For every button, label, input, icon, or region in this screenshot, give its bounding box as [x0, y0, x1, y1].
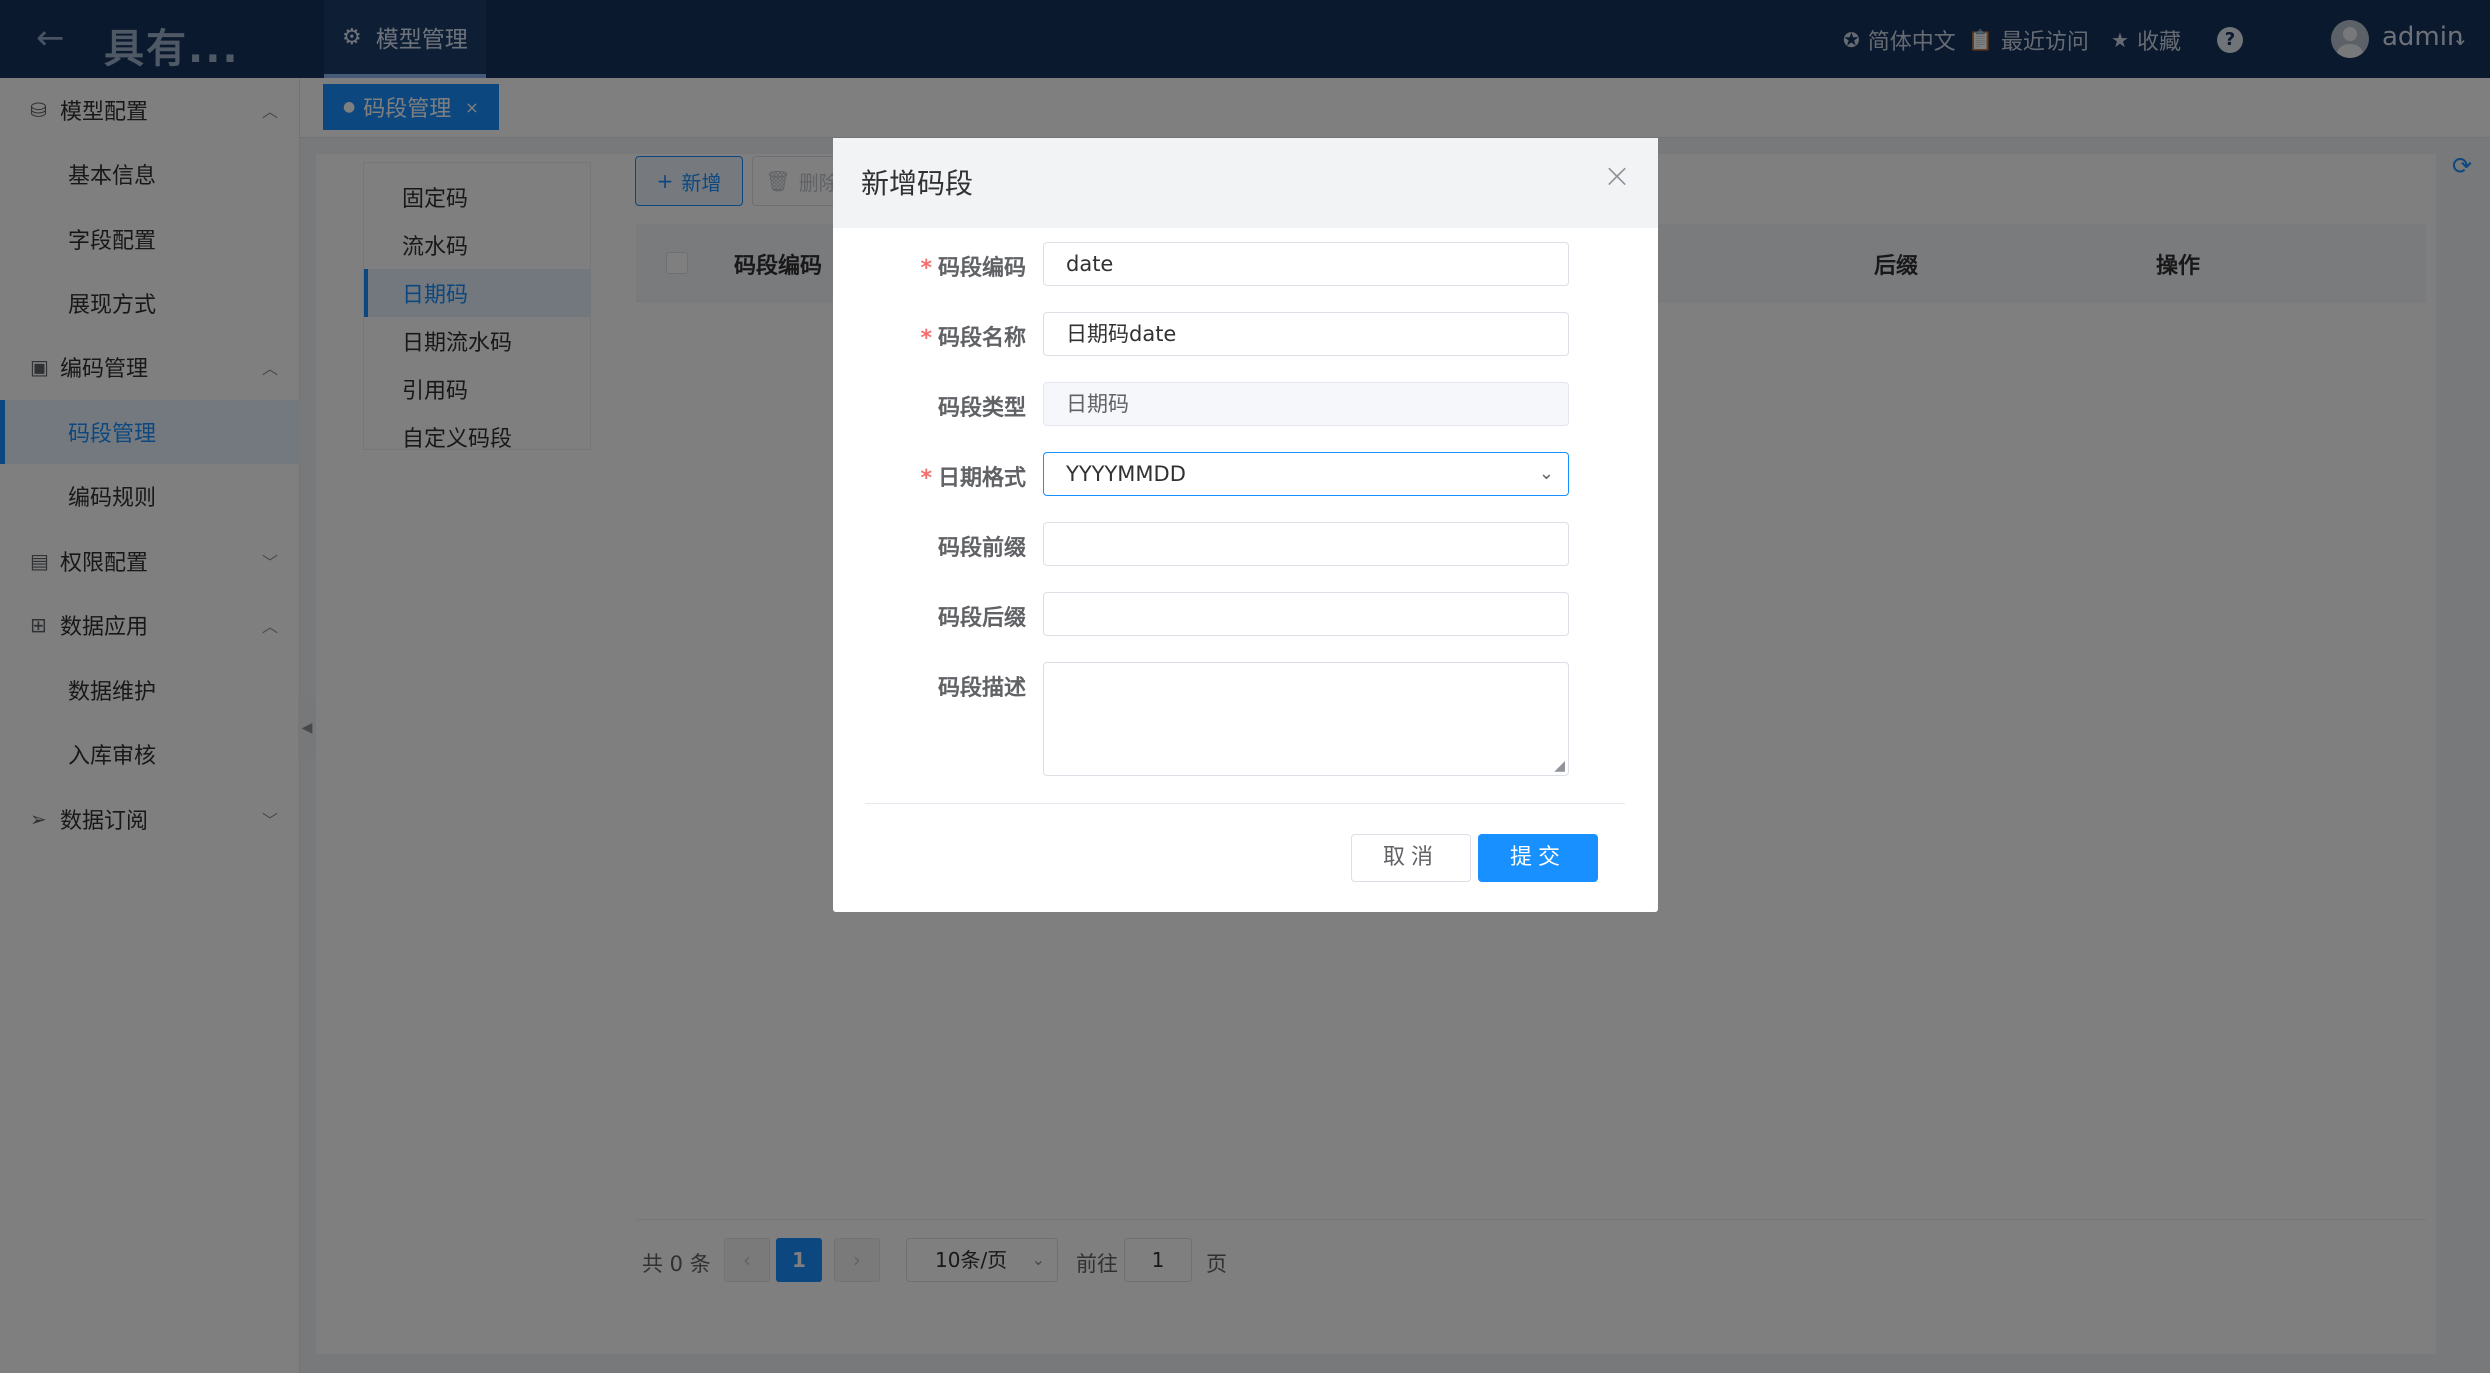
- segment-name-input[interactable]: 日期码date: [1043, 312, 1569, 356]
- form-row-date-format: * 日期格式 YYYYMMDD ⌄: [833, 452, 1658, 498]
- date-format-select[interactable]: YYYYMMDD ⌄: [1043, 452, 1569, 496]
- form-row-segment-code: * 码段编码 date: [833, 242, 1658, 288]
- form-row-segment-suffix: 码段后缀: [833, 592, 1658, 638]
- segment-name-label: * 码段名称: [920, 326, 1026, 351]
- segment-code-label: * 码段编码: [920, 256, 1026, 281]
- dialog-divider: [865, 803, 1625, 804]
- segment-type-input: 日期码: [1043, 382, 1569, 426]
- form-row-segment-type: 码段类型 日期码: [833, 382, 1658, 428]
- submit-button[interactable]: 提交: [1478, 834, 1598, 882]
- segment-description-label: 码段描述: [937, 676, 1026, 701]
- dialog-header: 新增码段 ×: [833, 138, 1658, 228]
- cancel-button[interactable]: 取消: [1351, 834, 1471, 882]
- dialog-title: 新增码段: [861, 167, 974, 200]
- resize-handle-icon[interactable]: ◢: [1554, 758, 1565, 774]
- form-row-segment-prefix: 码段前缀: [833, 522, 1658, 568]
- segment-suffix-label: 码段后缀: [937, 606, 1026, 631]
- segment-type-label: 码段类型: [937, 396, 1026, 421]
- form-row-segment-description: 码段描述 ◢: [833, 662, 1658, 778]
- app: ← 具有... ⚙ 模型管理 ✪ 简体中文 📋 最近访问 ★ 收藏 ? admi…: [0, 0, 2490, 1373]
- segment-prefix-label: 码段前缀: [937, 536, 1026, 561]
- segment-suffix-input[interactable]: [1043, 592, 1569, 636]
- segment-prefix-input[interactable]: [1043, 522, 1569, 566]
- form-row-segment-name: * 码段名称 日期码date: [833, 312, 1658, 358]
- segment-description-textarea[interactable]: ◢: [1043, 662, 1569, 776]
- chevron-down-icon: ⌄: [1538, 463, 1554, 484]
- date-format-label: * 日期格式: [920, 466, 1026, 491]
- add-segment-dialog: 新增码段 × * 码段编码 date * 码段名称 日期码date 码段类型 日期码…: [833, 138, 1658, 912]
- close-icon[interactable]: ×: [1597, 156, 1637, 196]
- segment-code-input[interactable]: date: [1043, 242, 1569, 286]
